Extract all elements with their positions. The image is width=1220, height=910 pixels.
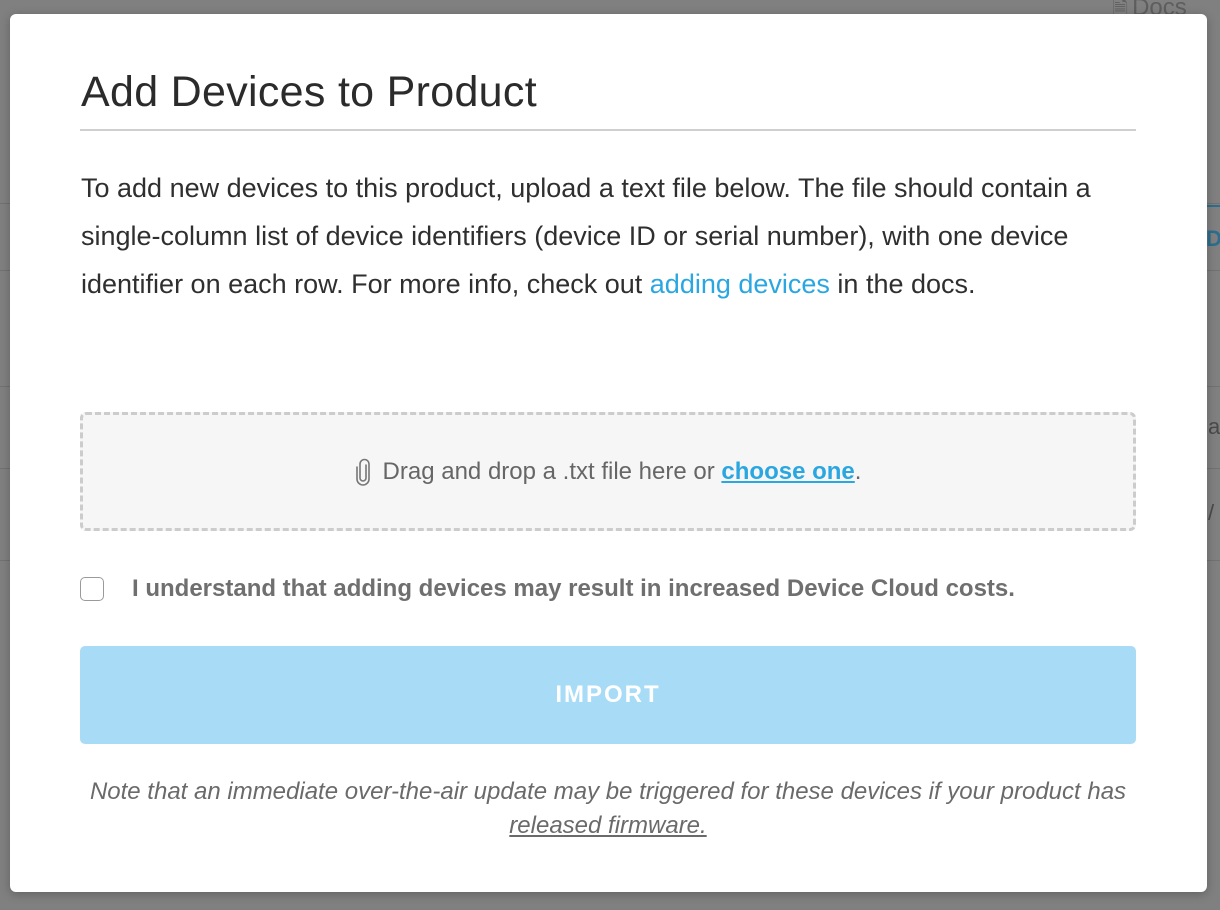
file-dropzone[interactable]: Drag and drop a .txt file here or choose… bbox=[80, 412, 1136, 531]
description-text-end: in the docs. bbox=[829, 269, 976, 299]
note-text: Note that an immediate over-the-air upda… bbox=[89, 778, 1127, 805]
ota-note: Note that an immediate over-the-air upda… bbox=[80, 775, 1136, 843]
dropzone-period: . bbox=[854, 457, 862, 485]
modal-title: Add Devices to Product bbox=[81, 68, 537, 116]
add-devices-modal: Add Devices to Product To add new device… bbox=[10, 14, 1207, 892]
background-text-fragment: a bbox=[1208, 414, 1220, 439]
adding-devices-link[interactable]: adding devices bbox=[650, 269, 830, 299]
cost-consent-checkbox[interactable] bbox=[80, 577, 104, 601]
choose-file-link[interactable]: choose one bbox=[721, 458, 854, 486]
released-firmware-link[interactable]: released firmware. bbox=[509, 812, 706, 839]
modal-description: To add new devices to this product, uplo… bbox=[81, 164, 1131, 308]
cost-consent-label[interactable]: I understand that adding devices may res… bbox=[132, 575, 1015, 603]
background-text-fragment: / bbox=[1208, 500, 1215, 525]
paperclip-icon bbox=[355, 458, 370, 486]
title-divider bbox=[80, 129, 1136, 131]
import-button[interactable]: IMPORT bbox=[80, 646, 1136, 744]
consent-row: I understand that adding devices may res… bbox=[80, 574, 1140, 604]
background-tab-fragment: D bbox=[1206, 226, 1220, 251]
dropzone-text: Drag and drop a .txt file here or bbox=[382, 457, 715, 485]
